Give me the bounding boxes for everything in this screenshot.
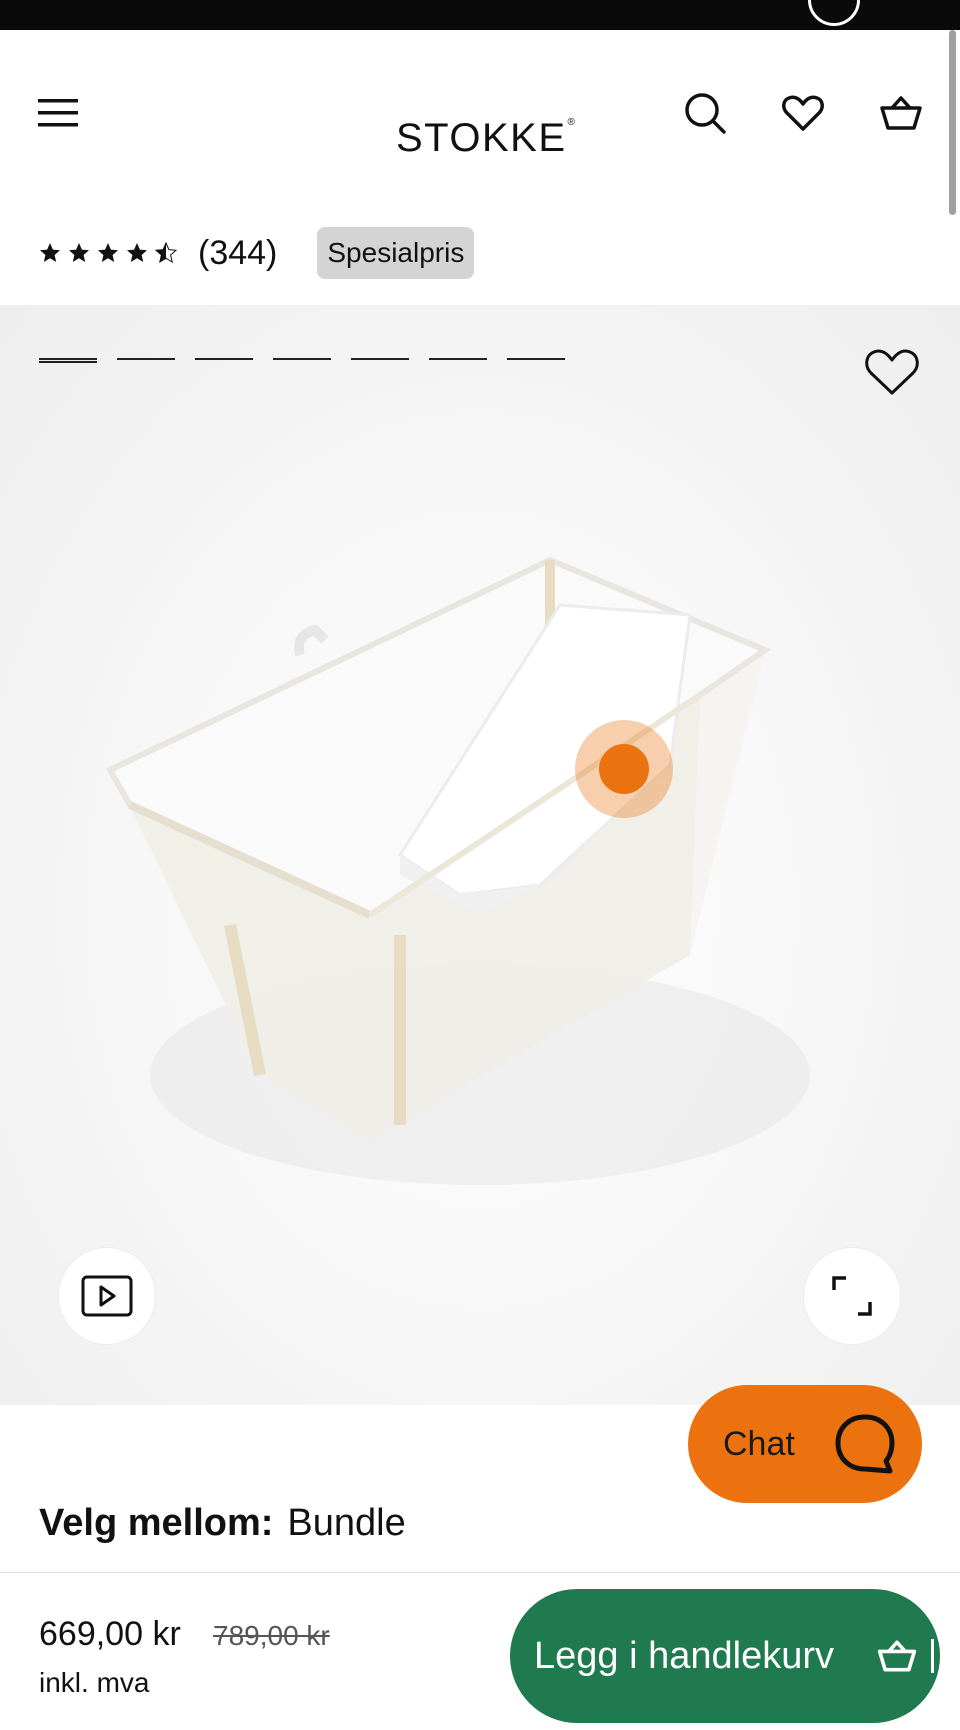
gallery-dot[interactable]: [351, 358, 409, 360]
logo-mark: ®: [567, 117, 577, 128]
product-gallery[interactable]: [0, 305, 960, 1405]
menu-button[interactable]: [36, 90, 86, 134]
gallery-wishlist-button[interactable]: [862, 345, 922, 399]
star-rating[interactable]: [38, 241, 178, 265]
chat-bubble-icon: [835, 1414, 895, 1474]
logo-text: STOKKE: [396, 116, 567, 160]
site-header: STOKKE®: [0, 30, 960, 195]
gallery-dot[interactable]: [273, 358, 331, 360]
basket-icon: [880, 96, 922, 130]
search-button[interactable]: [682, 90, 728, 136]
gallery-dot[interactable]: [507, 358, 565, 360]
search-icon: [685, 93, 726, 134]
gallery-dot[interactable]: [39, 358, 97, 363]
half-star-icon: [154, 241, 178, 264]
add-to-cart-label: Legg i handlekurv: [534, 1634, 834, 1677]
fullscreen-button[interactable]: [804, 1248, 900, 1344]
expand-icon: [832, 1276, 872, 1316]
chat-label: Chat: [723, 1424, 795, 1463]
hotspot-dot: [599, 744, 649, 794]
heart-icon: [782, 95, 824, 131]
menu-icon: [38, 99, 78, 127]
add-to-cart-button[interactable]: Legg i handlekurv: [510, 1589, 940, 1723]
original-price: 789,00 kr: [213, 1620, 330, 1651]
cart-button[interactable]: [878, 90, 924, 136]
rating-row: (344) Spesialpris: [38, 226, 475, 280]
star-icon: [40, 243, 60, 262]
promo-strip: [0, 0, 960, 30]
gallery-dot[interactable]: [117, 358, 175, 360]
variant-label: Velg mellom:: [39, 1502, 274, 1544]
gallery-dot[interactable]: [195, 358, 253, 360]
variant-selector[interactable]: Velg mellom: Bundle: [39, 1502, 406, 1545]
star-icon: [127, 243, 147, 262]
star-icon: [98, 243, 118, 262]
sticky-purchase-bar: 669,00 kr 789,00 kr inkl. mva Legg i han…: [0, 1572, 960, 1730]
play-icon: [81, 1275, 133, 1317]
vat-note: inkl. mva: [39, 1667, 150, 1698]
basket-icon: [877, 1640, 917, 1672]
review-count[interactable]: (344): [198, 234, 277, 273]
variant-value: Bundle: [287, 1502, 406, 1544]
chat-button[interactable]: Chat: [688, 1385, 922, 1503]
stokke-logo[interactable]: STOKKE®: [396, 116, 577, 160]
clipped-text-edge: [931, 1639, 934, 1673]
baby-bath-image: [105, 556, 810, 1185]
gallery-pagination: [39, 358, 565, 363]
gallery-dot[interactable]: [429, 358, 487, 360]
wishlist-button[interactable]: [780, 90, 826, 136]
star-icon: [69, 243, 89, 262]
product-hotspot[interactable]: [575, 720, 673, 818]
current-price: 669,00 kr: [39, 1615, 181, 1653]
heart-icon: [865, 349, 919, 395]
special-price-badge: Spesialpris: [317, 227, 475, 279]
page-scrollbar[interactable]: [949, 30, 956, 215]
play-video-button[interactable]: [59, 1248, 155, 1344]
promo-close-icon[interactable]: [808, 0, 860, 26]
